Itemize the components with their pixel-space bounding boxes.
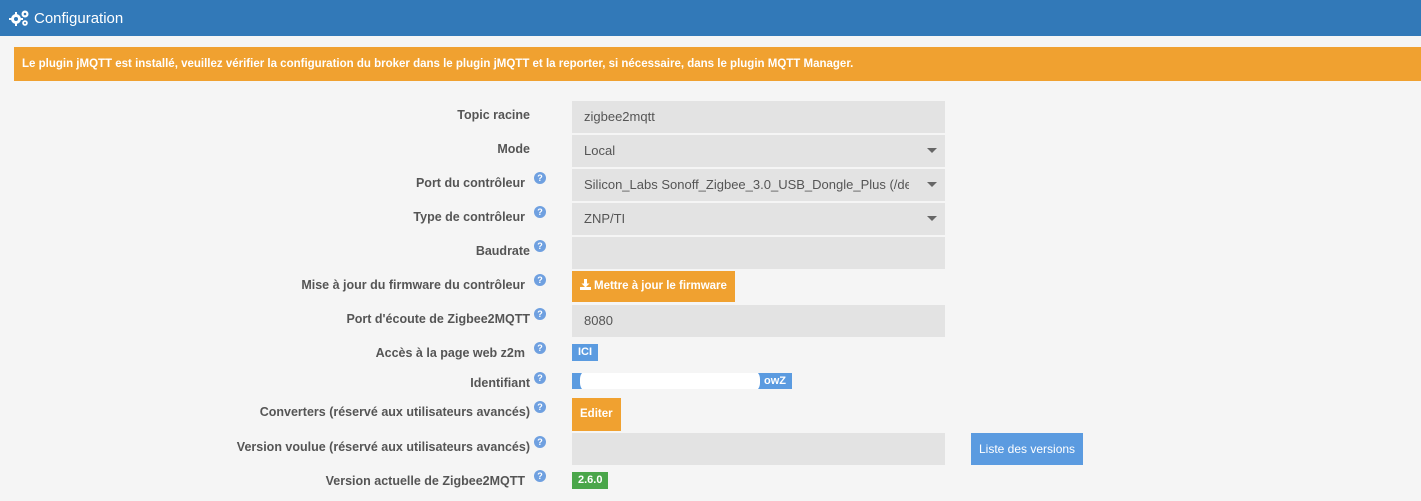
help-icon[interactable]: ? (534, 308, 546, 320)
list-versions-button[interactable]: Liste des versions (971, 433, 1084, 465)
chevron-down-icon (927, 182, 937, 187)
mode-label: Mode (497, 142, 530, 156)
jmqtt-warning-alert: Le plugin jMQTT est installé, veuillez v… (14, 47, 1421, 81)
port-controleur-label: Port du contrôleur (415, 176, 525, 190)
redaction-mask (580, 373, 760, 389)
version-voulue-input[interactable] (572, 433, 945, 465)
acces-web-label: Accès à la page web z2m (375, 346, 525, 360)
form-row-version-actuelle: Version actuelle de Zigbee2MQTT ? 2.6.0 (0, 467, 1421, 499)
form-row-mode: Mode Local (0, 135, 1421, 167)
form-row-converters: Converters (réservé aux utilisateurs ava… (0, 398, 1421, 431)
converters-label: Converters (réservé aux utilisateurs ava… (259, 405, 530, 419)
download-icon (580, 279, 591, 290)
help-icon[interactable]: ? (534, 240, 546, 252)
help-icon[interactable]: ? (534, 172, 546, 184)
type-controleur-select-value: ZNP/TI (584, 211, 626, 226)
version-actuelle-label: Version actuelle de Zigbee2MQTT (325, 474, 525, 488)
update-firmware-button-label: Mettre à jour le firmware (594, 280, 727, 292)
form-row-identifiant: Identifiant ? owZ (0, 369, 1421, 401)
update-firmware-button[interactable]: Mettre à jour le firmware (572, 271, 735, 302)
baudrate-label: Baudrate (475, 244, 530, 258)
form-row-baudrate: Baudrate ? (0, 237, 1421, 269)
topic-racine-label: Topic racine (457, 108, 530, 122)
current-version-badge: 2.6.0 (572, 472, 609, 489)
help-icon[interactable]: ? (534, 274, 546, 286)
help-icon[interactable]: ? (534, 436, 546, 448)
identifiant-value: owZ (572, 373, 792, 389)
identifiant-label: Identifiant (470, 376, 530, 390)
form-row-type-controleur: Type de contrôleur ? ZNP/TI (0, 203, 1421, 235)
version-voulue-label: Version voulue (réservé aux utilisateurs… (236, 440, 530, 454)
help-icon[interactable]: ? (534, 372, 546, 384)
form-row-topic-racine: Topic racine zigbee2mqtt (0, 101, 1421, 133)
port-controleur-select-value: Silicon_Labs Sonoff_Zigbee_3.0_USB_Dongl… (584, 177, 922, 192)
form-row-acces-web: Accès à la page web z2m ? ICI (0, 339, 1421, 371)
form-row-port-ecoute: Port d'écoute de Zigbee2MQTT ? 8080 (0, 305, 1421, 337)
mode-select-value: Local (584, 143, 616, 158)
mode-select[interactable]: Local (572, 135, 945, 167)
chevron-down-icon (927, 216, 937, 221)
page-title: Configuration (34, 9, 124, 27)
baudrate-input[interactable] (572, 237, 945, 269)
firmware-label: Mise à jour du firmware du contrôleur (301, 278, 525, 292)
form-row-version-voulue: Version voulue (réservé aux utilisateurs… (0, 433, 1421, 465)
edit-converters-button[interactable]: Editer (572, 398, 621, 431)
help-icon[interactable]: ? (534, 470, 546, 482)
port-controleur-select[interactable]: Silicon_Labs Sonoff_Zigbee_3.0_USB_Dongl… (572, 169, 945, 201)
z2m-web-link[interactable]: ICI (572, 344, 599, 361)
type-controleur-label: Type de contrôleur (413, 210, 525, 224)
gears-icon (9, 10, 29, 26)
help-icon[interactable]: ? (534, 342, 546, 354)
port-ecoute-input[interactable]: 8080 (572, 305, 945, 337)
help-icon[interactable]: ? (534, 401, 546, 413)
chevron-down-icon (927, 148, 937, 153)
form-row-port-controleur: Port du contrôleur ? Silicon_Labs Sonoff… (0, 169, 1421, 201)
identifiant-visible-suffix: owZ (764, 375, 786, 387)
help-icon[interactable]: ? (534, 206, 546, 218)
page-header: Configuration (0, 0, 1421, 36)
type-controleur-select[interactable]: ZNP/TI (572, 203, 945, 235)
form-row-firmware: Mise à jour du firmware du contrôleur ? … (0, 271, 1421, 303)
port-ecoute-label: Port d'écoute de Zigbee2MQTT (346, 312, 530, 326)
topic-racine-input[interactable]: zigbee2mqtt (572, 101, 945, 133)
